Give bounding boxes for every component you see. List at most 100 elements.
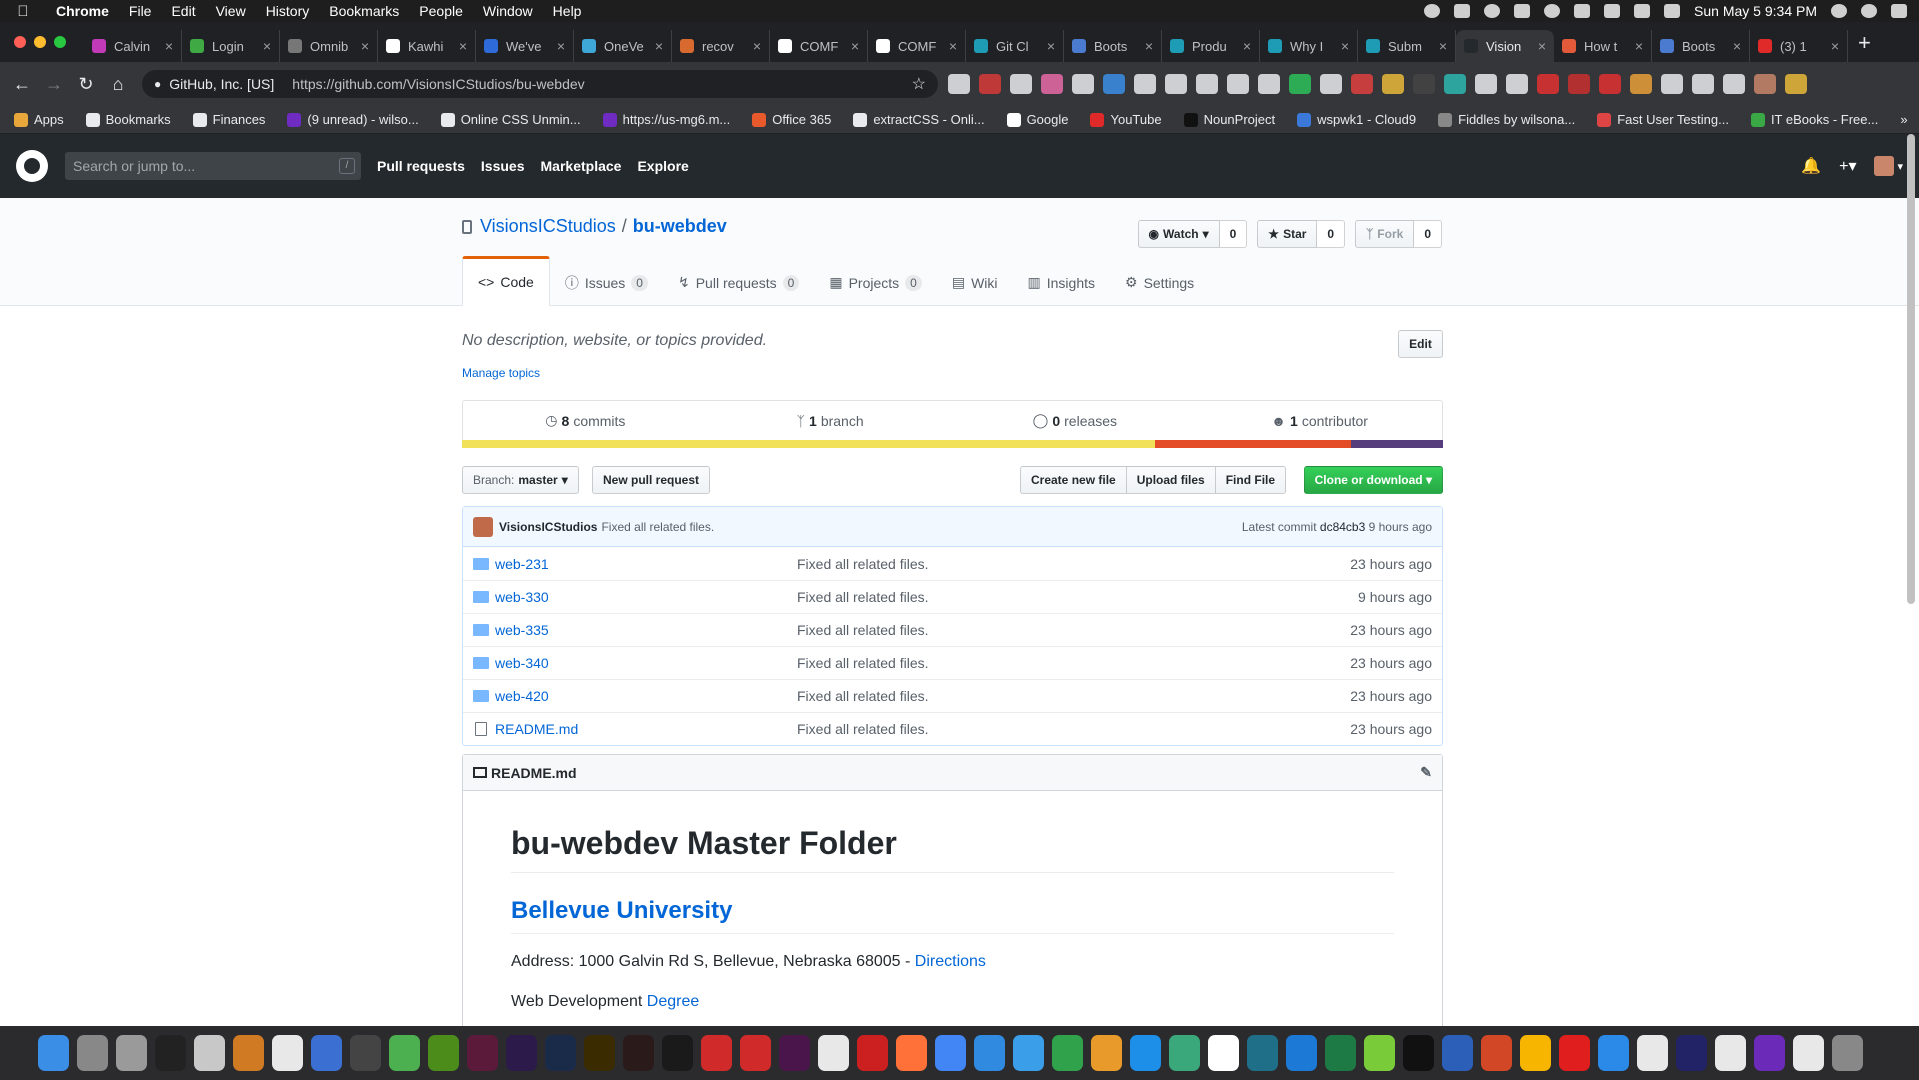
back-arrow-icon[interactable]: ← [6, 74, 38, 95]
extension-icon[interactable] [979, 74, 1001, 94]
branches-link[interactable]: ᛉ 1 branch [708, 401, 953, 440]
status-icon[interactable] [1484, 4, 1501, 18]
bookmark-item[interactable]: YouTube [1090, 112, 1162, 127]
dock-app-icon[interactable] [779, 1035, 810, 1071]
wifi-icon[interactable] [1604, 4, 1621, 18]
bookmark-item[interactable]: https://us-mg6.m... [602, 112, 730, 127]
file-commit-message[interactable]: Fixed all related files. [797, 556, 1292, 572]
manage-topics-link[interactable]: Manage topics [462, 366, 540, 380]
forward-arrow-icon[interactable]: → [38, 74, 70, 95]
extension-icon[interactable] [1134, 74, 1156, 94]
dock-app-icon[interactable] [467, 1035, 498, 1071]
browser-tab[interactable]: Calvin × [84, 30, 182, 62]
bookmark-item[interactable]: (9 unread) - wilso... [287, 112, 419, 127]
dock-app-icon[interactable] [1442, 1035, 1473, 1071]
close-icon[interactable]: × [1243, 38, 1251, 54]
creative-cloud-icon[interactable] [1514, 4, 1531, 18]
browser-tab[interactable]: Why I × [1260, 30, 1358, 62]
bookmark-item[interactable]: Office 365 [752, 112, 831, 127]
dock-app-icon[interactable] [1832, 1035, 1863, 1071]
menu-edit[interactable]: Edit [161, 3, 205, 19]
bookmark-item[interactable]: Google [1006, 112, 1068, 127]
minimize-window-button[interactable] [34, 36, 46, 48]
page-scrollbar[interactable] [1907, 134, 1915, 1026]
browser-tab[interactable]: We've × [476, 30, 574, 62]
dock-app-icon[interactable] [1247, 1035, 1278, 1071]
home-icon[interactable]: ⌂ [102, 74, 134, 95]
branch-select-button[interactable]: Branch: master ▾ [462, 466, 579, 494]
repo-name-link[interactable]: bu-webdev [633, 216, 727, 237]
clone-or-download-button[interactable]: Clone or download ▾ [1303, 466, 1443, 494]
file-name-link[interactable]: web-340 [495, 655, 797, 671]
file-commit-message[interactable]: Fixed all related files. [797, 622, 1292, 638]
commits-link[interactable]: ◷ 8 commits [463, 401, 708, 440]
menu-help[interactable]: Help [543, 3, 592, 19]
site-identity[interactable]: GitHub, Inc. [US] [169, 76, 292, 92]
browser-tab[interactable]: Produ × [1162, 30, 1260, 62]
menu-view[interactable]: View [206, 3, 256, 19]
close-icon[interactable]: × [1831, 38, 1839, 54]
file-commit-message[interactable]: Fixed all related files. [797, 721, 1292, 737]
watch-button[interactable]: ◉ Watch ▾ [1137, 220, 1220, 248]
url-text[interactable]: https://github.com/VisionsICStudios/bu-w… [292, 76, 911, 92]
bookmark-item[interactable]: IT eBooks - Free... [1750, 112, 1878, 127]
siri-icon[interactable] [1861, 4, 1877, 18]
browser-tab[interactable]: Kawhi × [378, 30, 476, 62]
tab-code[interactable]: <> Code [462, 256, 550, 306]
close-icon[interactable]: × [851, 38, 859, 54]
dock-app-icon[interactable] [1286, 1035, 1317, 1071]
new-tab-button[interactable]: + [1848, 30, 1881, 62]
fork-button[interactable]: ᛉ Fork [1355, 220, 1415, 248]
close-icon[interactable]: × [1047, 38, 1055, 54]
extension-icon[interactable] [1692, 74, 1714, 94]
avatar[interactable] [1874, 156, 1895, 176]
dock-app-icon[interactable] [1793, 1035, 1824, 1071]
commit-sha[interactable]: dc84cb3 [1320, 520, 1365, 534]
zoom-window-button[interactable] [54, 36, 66, 48]
file-commit-message[interactable]: Fixed all related files. [797, 688, 1292, 704]
dock-app-icon[interactable] [272, 1035, 303, 1071]
browser-tab[interactable]: COMF × [868, 30, 966, 62]
plus-dropdown-icon[interactable]: +▾ [1839, 156, 1856, 176]
dock-app-icon[interactable] [623, 1035, 654, 1071]
bookmark-item[interactable]: extractCSS - Onli... [853, 112, 985, 127]
close-icon[interactable]: × [1635, 38, 1643, 54]
bookmark-item[interactable]: NounProject [1183, 112, 1275, 127]
star-count[interactable]: 0 [1317, 220, 1346, 248]
extension-icon[interactable] [948, 74, 970, 94]
close-icon[interactable]: × [263, 38, 271, 54]
close-icon[interactable]: × [459, 38, 467, 54]
close-icon[interactable]: × [361, 38, 369, 54]
extension-icon[interactable] [1351, 74, 1373, 94]
clock[interactable]: Sun May 5 9:34 PM [1694, 3, 1817, 19]
close-icon[interactable]: × [655, 38, 663, 54]
tab-projects[interactable]: ▦ Projects 0 [814, 256, 937, 306]
bookmark-item[interactable]: Fast User Testing... [1597, 112, 1729, 127]
file-name-link[interactable]: README.md [495, 721, 797, 737]
dock-app-icon[interactable] [662, 1035, 693, 1071]
extension-icon[interactable] [1444, 74, 1466, 94]
dock-app-icon[interactable] [545, 1035, 576, 1071]
dock-app-icon[interactable] [38, 1035, 69, 1071]
dock-app-icon[interactable] [1481, 1035, 1512, 1071]
dock-app-icon[interactable] [935, 1035, 966, 1071]
extension-icon[interactable] [1475, 74, 1497, 94]
browser-tab[interactable]: OneVe × [574, 30, 672, 62]
github-logo-icon[interactable] [16, 150, 48, 182]
dock-app-icon[interactable] [896, 1035, 927, 1071]
dock-app-icon[interactable] [1676, 1035, 1707, 1071]
dock-app-icon[interactable] [1091, 1035, 1122, 1071]
readme-university-heading[interactable]: Bellevue University [511, 897, 1394, 934]
file-name-link[interactable]: web-335 [495, 622, 797, 638]
dock-app-icon[interactable] [1325, 1035, 1356, 1071]
dock-app-icon[interactable] [1208, 1035, 1239, 1071]
extension-icon[interactable] [1196, 74, 1218, 94]
dock-app-icon[interactable] [116, 1035, 147, 1071]
dock-app-icon[interactable] [233, 1035, 264, 1071]
bell-icon[interactable]: 🔔 [1801, 156, 1821, 176]
extension-icon[interactable] [1165, 74, 1187, 94]
dock-app-icon[interactable] [1364, 1035, 1395, 1071]
dock-app-icon[interactable] [818, 1035, 849, 1071]
avatar[interactable] [473, 516, 493, 537]
browser-tab[interactable]: recov × [672, 30, 770, 62]
